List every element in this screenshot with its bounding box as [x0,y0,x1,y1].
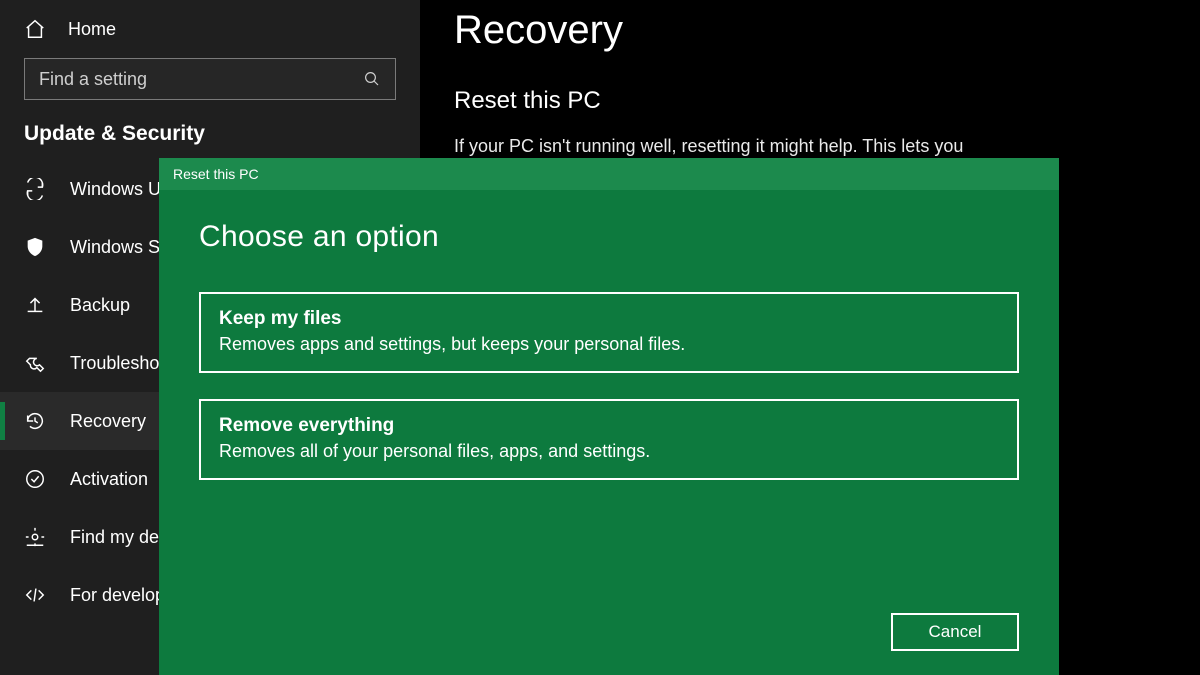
sidebar-item-label: Backup [70,295,130,316]
home-label: Home [68,19,116,40]
sidebar-item-home[interactable]: Home [0,4,420,58]
option-remove-everything[interactable]: Remove everything Removes all of your pe… [199,399,1019,480]
section-heading: Reset this PC [454,87,1160,115]
check-circle-icon [24,468,46,490]
option-title: Keep my files [219,308,999,330]
dialog-window-title: Reset this PC [173,166,259,182]
dialog-titlebar: Reset this PC [159,158,1059,190]
backup-icon [24,294,46,316]
search-field[interactable] [39,69,363,90]
shield-icon [24,236,46,258]
cancel-button[interactable]: Cancel [891,613,1019,651]
reset-pc-dialog: Reset this PC Choose an option Keep my f… [159,158,1059,675]
option-desc: Removes apps and settings, but keeps you… [219,334,999,355]
sidebar-item-label: Activation [70,469,148,490]
dialog-heading: Choose an option [199,220,1019,254]
search-input[interactable] [24,58,396,100]
code-icon [24,584,46,606]
option-desc: Removes all of your personal files, apps… [219,441,999,462]
home-icon [24,18,46,40]
option-keep-my-files[interactable]: Keep my files Removes apps and settings,… [199,292,1019,373]
sync-icon [24,178,46,200]
search-icon [363,70,381,88]
section-body: If your PC isn't running well, resetting… [454,133,1160,160]
page-title: Recovery [454,8,1160,53]
sidebar-item-label: Recovery [70,411,146,432]
location-icon [24,526,46,548]
history-icon [24,410,46,432]
option-title: Remove everything [219,415,999,437]
wrench-icon [24,352,46,374]
sidebar-section-title: Update & Security [0,122,420,160]
